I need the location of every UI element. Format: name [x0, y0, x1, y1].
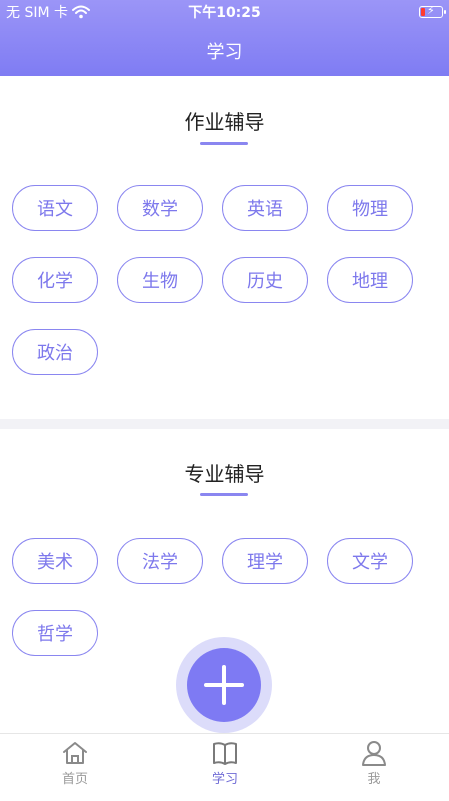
tab-study[interactable]: 学习 — [180, 740, 270, 798]
tab-label: 学习 — [211, 772, 238, 787]
tab-label: 我 — [367, 772, 381, 787]
battery-level — [421, 8, 425, 16]
chip-history[interactable]: 历史 — [222, 257, 308, 303]
battery-icon: ⚡ — [419, 4, 446, 18]
chip-biology[interactable]: 生物 — [117, 257, 203, 303]
status-right: ⚡ — [293, 4, 446, 18]
section-divider — [0, 419, 449, 429]
chip-art[interactable]: 美术 — [12, 538, 98, 584]
page-title: 学习 — [206, 42, 243, 63]
chip-chinese[interactable]: 语文 — [12, 185, 98, 231]
tab-bar: 首页 学习 我 — [0, 733, 449, 801]
status-bar: 无 SIM 卡 下午10:25 ⚡ — [0, 0, 449, 24]
chip-philosophy[interactable]: 哲学 — [12, 610, 98, 656]
chip-politics[interactable]: 政治 — [12, 329, 98, 375]
section-underline — [200, 142, 248, 145]
section-title: 专业辅导 — [184, 462, 265, 486]
homework-section: 作业辅导 语文 数学 英语 物理 化学 生物 历史 地理 政治 — [0, 76, 449, 419]
status-left: 无 SIM 卡 — [6, 2, 156, 22]
section-underline — [200, 493, 248, 496]
tab-label: 首页 — [61, 772, 88, 787]
app-header: 无 SIM 卡 下午10:25 ⚡ 学习 — [0, 0, 449, 76]
tab-me[interactable]: 我 — [329, 740, 419, 798]
carrier-label: 无 SIM 卡 — [6, 5, 68, 21]
chip-math[interactable]: 数学 — [117, 185, 203, 231]
chip-literature[interactable]: 文学 — [327, 538, 413, 584]
plus-icon — [204, 665, 244, 705]
add-button[interactable] — [187, 648, 261, 722]
home-icon — [63, 742, 87, 764]
wifi-icon — [72, 5, 90, 19]
chip-chemistry[interactable]: 化学 — [12, 257, 98, 303]
charging-bolt-icon: ⚡ — [427, 4, 435, 17]
chip-english[interactable]: 英语 — [222, 185, 308, 231]
chip-physics[interactable]: 物理 — [327, 185, 413, 231]
chip-geography[interactable]: 地理 — [327, 257, 413, 303]
status-time: 下午10:25 — [188, 5, 261, 21]
section-title: 作业辅导 — [184, 110, 265, 134]
chip-law[interactable]: 法学 — [117, 538, 203, 584]
chip-science[interactable]: 理学 — [222, 538, 308, 584]
tab-home[interactable]: 首页 — [30, 740, 120, 798]
person-icon — [362, 741, 386, 766]
book-icon — [213, 742, 237, 765]
